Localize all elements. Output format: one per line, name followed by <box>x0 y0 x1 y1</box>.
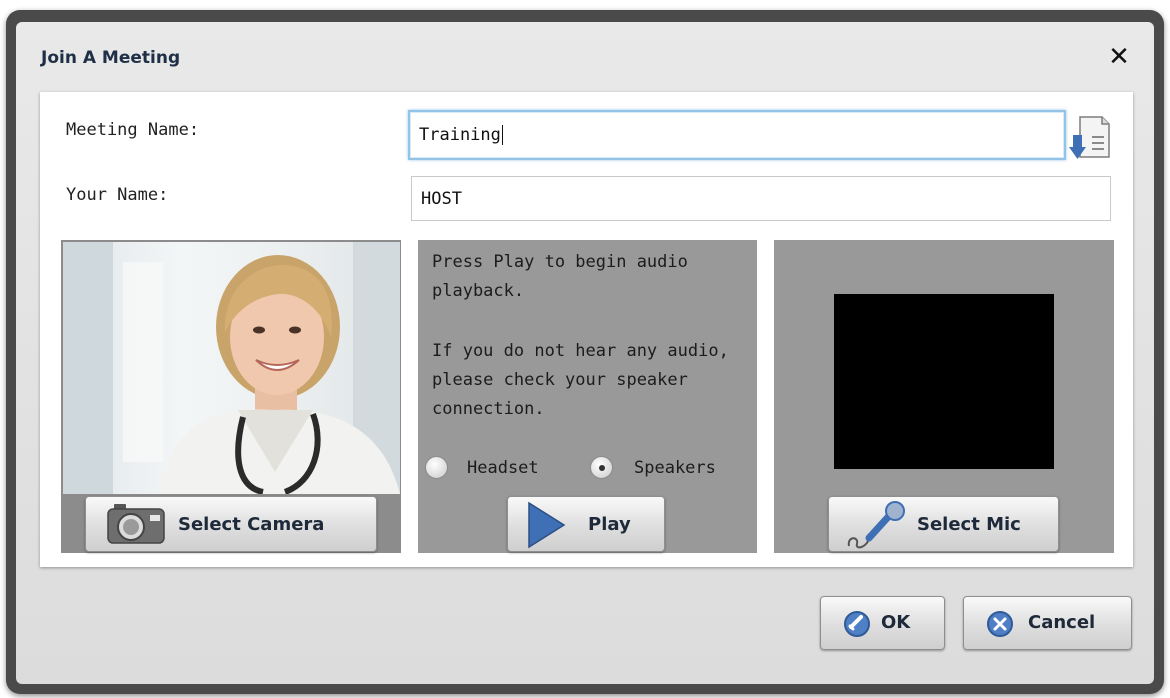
meeting-name-value: Training <box>419 125 501 145</box>
play-button[interactable]: Play <box>507 496 665 552</box>
cancel-circle-icon <box>987 611 1013 637</box>
your-name-label: Your Name: <box>66 185 169 205</box>
cancel-button[interactable]: Cancel <box>963 596 1132 650</box>
ok-button[interactable]: OK <box>820 596 945 650</box>
microphone-icon <box>847 501 905 549</box>
select-camera-label: Select Camera <box>178 514 325 535</box>
mic-level-preview <box>834 294 1054 469</box>
meeting-name-field[interactable]: Training <box>408 110 1066 160</box>
select-camera-button[interactable]: Select Camera <box>85 496 377 552</box>
select-mic-button[interactable]: Select Mic <box>828 496 1059 552</box>
audio-instructions-play: Press Play to begin audio playback. <box>432 252 688 301</box>
dialog-title: Join A Meeting <box>41 48 181 68</box>
your-name-value: HOST <box>421 188 462 209</box>
speakers-radio[interactable] <box>590 456 613 479</box>
ok-label: OK <box>881 612 911 633</box>
meeting-name-label: Meeting Name: <box>66 120 200 140</box>
camera-icon <box>107 504 165 544</box>
play-icon <box>528 501 566 549</box>
document-import-icon[interactable] <box>1068 113 1112 161</box>
check-circle-icon <box>844 611 870 637</box>
audio-instructions-check: If you do not hear any audio, please che… <box>432 341 729 419</box>
select-mic-label: Select Mic <box>917 514 1021 535</box>
headset-radio[interactable] <box>425 456 448 479</box>
radio-selected-dot <box>599 465 605 471</box>
your-name-field[interactable]: HOST <box>411 176 1111 221</box>
play-label: Play <box>588 514 631 535</box>
headset-label: Headset <box>467 458 539 478</box>
camera-preview-image <box>63 242 400 494</box>
text-caret <box>501 125 503 145</box>
cancel-label: Cancel <box>1028 612 1096 633</box>
close-icon[interactable]: ✕ <box>1104 40 1134 74</box>
speakers-label: Speakers <box>634 458 716 478</box>
